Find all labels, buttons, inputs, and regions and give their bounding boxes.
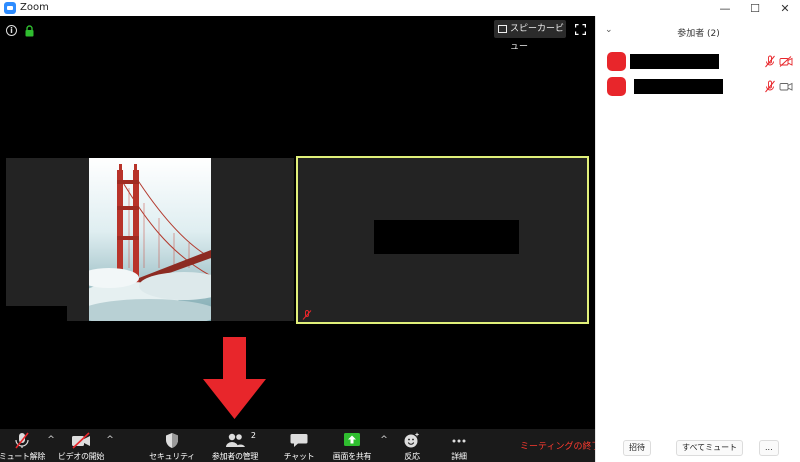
security-label: セキュリティ (149, 452, 195, 461)
avatar (607, 77, 626, 96)
unmute-label: ミュート解除 (0, 452, 46, 461)
grid-icon (498, 25, 507, 33)
speaker-view-button[interactable]: スピーカービュー (494, 20, 566, 52)
smiley-icon (404, 432, 419, 448)
start-video-label: ビデオの開始 (57, 452, 105, 461)
red-arrow-down-icon (203, 337, 266, 419)
avatar (607, 52, 626, 71)
shield-icon (166, 433, 178, 448)
participant-row[interactable] (596, 50, 800, 74)
redacted-name-label (6, 306, 67, 321)
participant-video-tile[interactable] (6, 158, 294, 321)
muted-mic-icon (15, 432, 29, 449)
speaker-view-label: スピーカービュー (510, 24, 565, 52)
share-screen-icon (344, 433, 360, 446)
participants-panel: ⌄ 参加者 (2) 招待 すべてミュート ... (595, 16, 800, 462)
lock-icon[interactable] (24, 25, 35, 37)
participants-icon-wrap: 2 (224, 431, 256, 449)
participants-panel-footer: 招待 すべてミュート ... (596, 440, 800, 462)
minimize-button[interactable]: — (710, 0, 740, 16)
title-bar: Zoom — ☐ ✕ (0, 0, 800, 16)
fullscreen-icon[interactable] (575, 24, 586, 35)
manage-participants-label: 参加者の管理 (211, 452, 259, 461)
invite-button[interactable]: 招待 (623, 440, 651, 456)
redacted-name-label (374, 220, 519, 254)
chat-button[interactable]: チャット (280, 429, 318, 462)
panel-more-button[interactable]: ... (759, 440, 779, 456)
redacted-participant-name (634, 79, 723, 94)
info-icon[interactable]: i (6, 25, 17, 36)
meeting-video-area: i スピーカービュー (0, 16, 595, 462)
active-participant-tile[interactable] (296, 156, 589, 324)
audio-options-caret[interactable]: ^ (46, 435, 56, 445)
unmute-button[interactable]: ミュート解除 (0, 429, 46, 462)
start-video-button[interactable]: ビデオの開始 (58, 429, 104, 462)
share-screen-label: 画面を共有 (332, 452, 372, 461)
video-off-icon (72, 432, 90, 449)
more-options-button[interactable]: 詳細 (444, 429, 474, 462)
chat-bubble-icon (290, 434, 308, 447)
participants-panel-header: ⌄ 参加者 (2) (596, 16, 800, 46)
muted-mic-icon (302, 310, 312, 320)
close-button[interactable]: ✕ (770, 0, 800, 16)
end-meeting-button[interactable]: ミーティングの終了 (520, 439, 600, 452)
participant-row[interactable] (596, 75, 800, 99)
video-camera-icon[interactable] (779, 81, 793, 92)
zoom-app-icon (4, 2, 16, 14)
video-off-icon[interactable] (779, 56, 793, 67)
video-feed-image (89, 158, 211, 321)
muted-mic-icon[interactable] (764, 80, 776, 93)
reactions-button[interactable]: 反応 (395, 429, 429, 462)
meeting-toolbar: ミュート解除 ^ ビデオの開始 ^ セキュリティ 2 参加者の管理 チャット 画… (0, 429, 600, 462)
share-screen-button[interactable]: 画面を共有 (330, 429, 374, 462)
redacted-participant-name (630, 54, 719, 69)
share-options-caret[interactable]: ^ (379, 435, 389, 445)
chat-label: チャット (283, 452, 315, 461)
more-dots-icon (452, 439, 466, 443)
reactions-label: 反応 (404, 452, 420, 461)
muted-mic-icon[interactable] (764, 55, 776, 68)
more-label: 詳細 (451, 452, 467, 461)
manage-participants-button[interactable]: 2 参加者の管理 (210, 429, 260, 462)
video-options-caret[interactable]: ^ (105, 435, 115, 445)
participants-count-badge: 2 (250, 431, 256, 440)
participants-panel-title: 参加者 (2) (677, 29, 720, 39)
maximize-button[interactable]: ☐ (740, 0, 770, 16)
participants-icon (226, 433, 245, 447)
security-button[interactable]: セキュリティ (149, 429, 195, 462)
mute-all-button[interactable]: すべてミュート (676, 440, 744, 456)
window-title: Zoom (20, 2, 49, 13)
